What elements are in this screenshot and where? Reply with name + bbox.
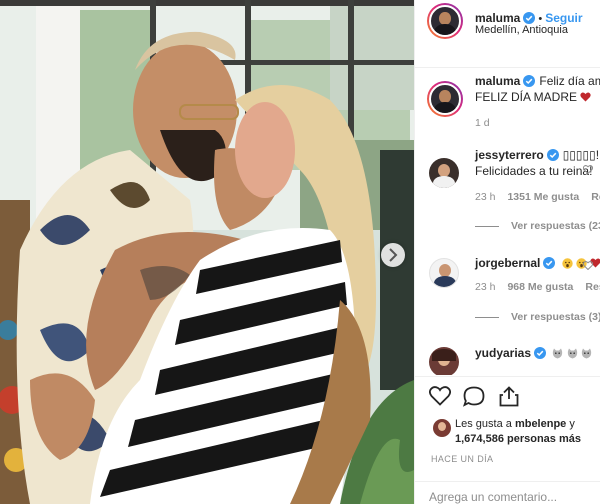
- comment-username[interactable]: yudyarias: [475, 346, 531, 360]
- heart-icon[interactable]: [429, 386, 451, 406]
- comment-1-line-1: jessyterrero ▯▯▯▯▯!: [475, 147, 599, 163]
- like-comment-heart-icon[interactable]: [583, 261, 593, 270]
- comment-text: ▯▯▯▯▯!: [562, 148, 600, 162]
- post-photo[interactable]: [0, 0, 414, 504]
- post-image: [0, 0, 414, 504]
- reply-button[interactable]: Responder: [585, 281, 600, 293]
- verified-badge-icon: [523, 12, 536, 24]
- commenter-avatar[interactable]: [429, 158, 459, 188]
- next-arrow-icon: [389, 248, 398, 262]
- comment-icon[interactable]: [463, 386, 485, 407]
- friend-avatar[interactable]: [433, 419, 451, 437]
- comment-username[interactable]: jorgebernal: [475, 256, 540, 270]
- face-emoji-icon: [562, 258, 573, 269]
- reply-button[interactable]: Responder: [591, 191, 600, 203]
- verified-badge-icon: [534, 347, 547, 359]
- cat-emoji-icon: [567, 348, 577, 359]
- heart-emoji-icon: [580, 92, 592, 102]
- commenter-avatar[interactable]: [429, 258, 459, 288]
- author-avatar[interactable]: [427, 3, 463, 39]
- share-icon[interactable]: [499, 386, 519, 407]
- caption-line-2: FELIZ DÍA MADRE: [475, 89, 592, 105]
- replies-rule: [475, 225, 499, 227]
- comment-username[interactable]: jessyterrero: [475, 148, 544, 162]
- verified-badge-icon: [546, 149, 559, 161]
- likes-summary: Les gusta a mbelenpe y 1,674,586 persona…: [455, 417, 581, 447]
- comment-3-line-1: yudyarias: [475, 345, 592, 361]
- cat-emoji-icon: [581, 348, 592, 359]
- follow-button[interactable]: Seguir: [545, 11, 582, 25]
- post-sidebar: maluma • Seguir Medellín, Antioquia maluma…: [414, 0, 600, 504]
- view-replies-button[interactable]: Ver respuestas (3): [475, 311, 600, 323]
- view-replies-button[interactable]: Ver respuestas (23): [475, 220, 600, 232]
- post-header: maluma • Seguir Medellín, Antioquia: [415, 0, 600, 68]
- caption-line-1: maluma Feliz día am: [475, 73, 600, 89]
- caption-username[interactable]: maluma: [475, 74, 520, 88]
- caption-time: 1 d: [475, 117, 490, 129]
- comments-list: maluma Feliz día am FELIZ DÍA MADRE 1 d j…: [415, 69, 600, 375]
- comment-2-line-1: jorgebernal: [475, 255, 600, 271]
- commenter-avatar[interactable]: [429, 347, 459, 375]
- comment-2-meta: 23 h 968 Me gusta Responder: [475, 281, 600, 293]
- post-timestamp[interactable]: HACE UN DÍA: [431, 454, 493, 464]
- verified-badge-icon: [543, 257, 556, 269]
- comment-likes[interactable]: 968 Me gusta: [507, 281, 573, 293]
- add-comment-bar: [415, 481, 600, 504]
- add-comment-input[interactable]: [429, 490, 599, 504]
- caption-text: Feliz día am: [539, 74, 600, 88]
- cat-emoji-icon: [553, 348, 563, 359]
- comment-time: 23 h: [475, 281, 496, 293]
- caption-text-2: FELIZ DÍA MADRE: [475, 90, 578, 104]
- comment-likes[interactable]: 1351 Me gusta: [507, 191, 579, 203]
- comment-time: 23 h: [475, 191, 496, 203]
- view-replies-label: Ver respuestas (3): [511, 311, 600, 323]
- likes-friend[interactable]: mbelenpe: [515, 418, 566, 430]
- likes-suffix: y: [569, 418, 575, 430]
- post-actions: Les gusta a mbelenpe y 1,674,586 persona…: [415, 376, 600, 504]
- likes-count[interactable]: 1,674,586: [455, 433, 504, 445]
- location-link[interactable]: Medellín, Antioquia: [475, 24, 568, 36]
- comment-1-line-2: Felicidades a tu reina!: [475, 164, 593, 178]
- next-photo-button[interactable]: [381, 243, 405, 267]
- view-replies-label: Ver respuestas (23): [511, 220, 600, 232]
- verified-badge-icon: [523, 75, 536, 87]
- likes-prefix: Les gusta a: [455, 418, 512, 430]
- author-username[interactable]: maluma: [475, 11, 520, 25]
- like-comment-heart-icon[interactable]: [583, 165, 593, 174]
- replies-rule: [475, 316, 499, 318]
- comment-1-meta: 23 h 1351 Me gusta Responder: [475, 191, 600, 203]
- caption-avatar[interactable]: [427, 81, 463, 117]
- likes-more[interactable]: personas más: [507, 433, 581, 445]
